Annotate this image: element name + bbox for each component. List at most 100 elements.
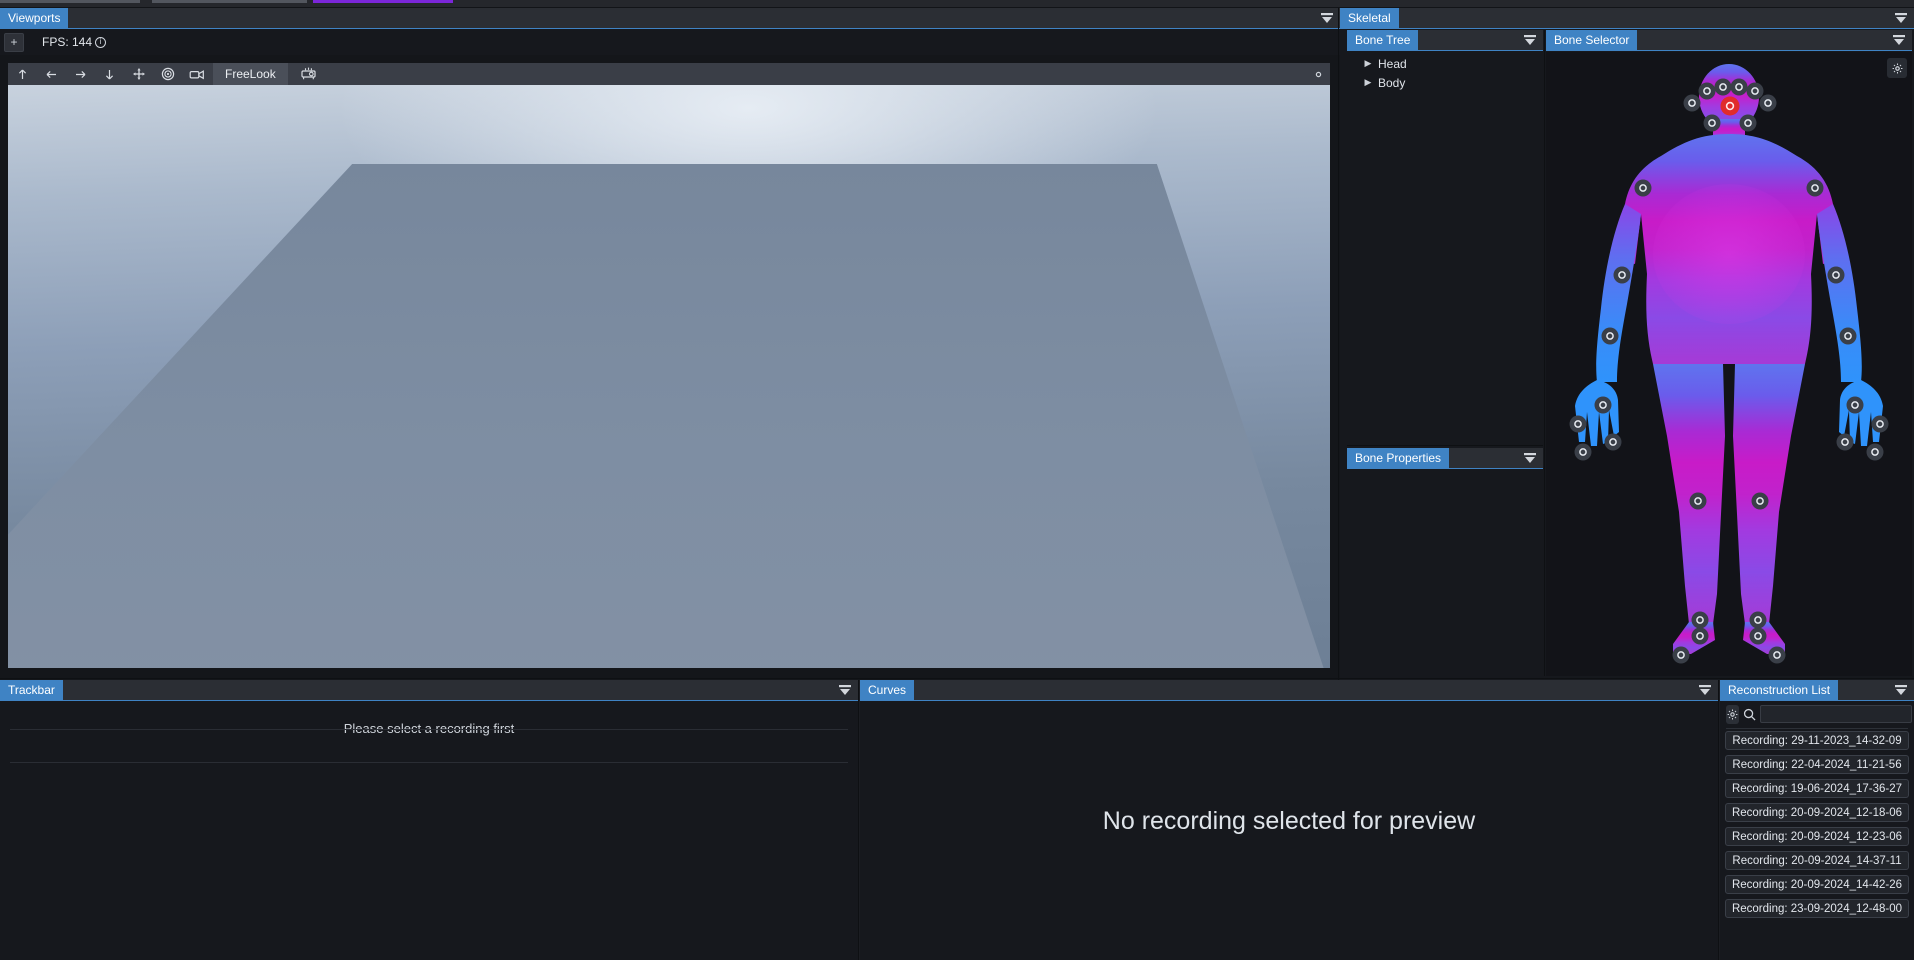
skeletal-header-filler — [1399, 8, 1888, 28]
trackbar-panel-header: Trackbar — [0, 680, 858, 701]
reconstruction-list-settings-gear-icon[interactable] — [1726, 704, 1739, 724]
dock-separator-horizontal — [0, 678, 1914, 679]
tab-sliver-1[interactable] — [0, 0, 140, 3]
projector-icon[interactable] — [294, 63, 323, 85]
tree-node-label: Head — [1378, 56, 1407, 71]
bone-tree-list: ▶ Head ▶ Body — [1347, 52, 1543, 442]
3d-scene[interactable] — [8, 85, 1330, 668]
panel-menu-icon[interactable] — [832, 680, 858, 700]
reconstruction-list-divider — [1726, 728, 1908, 729]
list-item[interactable]: Recording: 20-09-2024_12-23-06 — [1725, 827, 1909, 846]
tree-node-label: Body — [1378, 75, 1406, 90]
viewports-subbar: + FPS: 144 i — [0, 29, 1340, 55]
viewport-canvas-area: FreeLook — [0, 55, 1340, 680]
viewport-settings-gear-icon[interactable] — [1309, 65, 1327, 83]
bone-properties-panel: Bone Properties — [1347, 448, 1543, 676]
skeletal-panel-header: Skeletal — [1340, 8, 1914, 29]
dock-separator-vertical — [1544, 30, 1545, 676]
reconstruction-list-header: Reconstruction List — [1720, 680, 1914, 701]
panel-menu-icon[interactable] — [1517, 30, 1543, 50]
viewport-toolbar: FreeLook — [8, 63, 1330, 85]
bone-selector-header: Bone Selector — [1546, 30, 1912, 51]
curves-header-filler — [914, 680, 1692, 700]
move-right-icon[interactable] — [66, 63, 95, 85]
tab-bone-properties[interactable]: Bone Properties — [1347, 448, 1450, 468]
move-up-icon[interactable] — [8, 63, 37, 85]
viewports-header-filler — [68, 8, 1314, 28]
tab-sliver-2[interactable] — [152, 0, 307, 3]
viewports-panel-header: Viewports — [0, 8, 1340, 29]
chevron-right-icon[interactable]: ▶ — [1361, 77, 1375, 88]
search-input[interactable] — [1760, 705, 1912, 723]
curves-body: No recording selected for preview — [860, 701, 1718, 960]
trackbar-panel: Trackbar Please select a recording first — [0, 680, 858, 960]
panel-menu-icon[interactable] — [1886, 30, 1912, 50]
search-icon — [1743, 708, 1756, 721]
pan-icon[interactable] — [124, 63, 153, 85]
bone-selector-header-filler — [1637, 30, 1886, 50]
tab-bone-tree[interactable]: Bone Tree — [1347, 30, 1419, 50]
fps-indicator: FPS: 144 i — [42, 35, 107, 49]
body-figure-container[interactable] — [1546, 52, 1912, 676]
top-docked-tab-strip — [0, 0, 1914, 8]
move-left-icon[interactable] — [37, 63, 66, 85]
trackbar-body: Please select a recording first — [0, 701, 858, 960]
list-item[interactable]: Recording: 20-09-2024_14-37-11 — [1725, 851, 1909, 870]
bone-tree-header: Bone Tree — [1347, 30, 1543, 51]
tab-skeletal[interactable]: Skeletal — [1340, 8, 1399, 28]
panel-menu-icon[interactable] — [1888, 8, 1914, 28]
trackbar-divider-bottom — [10, 762, 848, 763]
panel-menu-icon[interactable] — [1517, 448, 1543, 468]
list-item[interactable]: Recording: 19-06-2024_17-36-27 — [1725, 779, 1909, 798]
tab-curves[interactable]: Curves — [860, 680, 915, 700]
reconstruction-list-items[interactable]: Recording: 29-11-2023_14-32-09 Recording… — [1720, 730, 1914, 960]
curves-panel: Curves No recording selected for preview — [860, 680, 1718, 960]
curves-empty-message: No recording selected for preview — [1102, 807, 1476, 835]
tab-reconstruction-list[interactable]: Reconstruction List — [1720, 680, 1839, 700]
camera-mode-label[interactable]: FreeLook — [213, 63, 288, 85]
list-item[interactable]: Recording: 20-09-2024_14-42-26 — [1725, 875, 1909, 894]
trackbar-header-filler — [63, 680, 832, 700]
bone-properties-body — [1347, 469, 1543, 676]
panel-menu-icon[interactable] — [1692, 680, 1718, 700]
list-item[interactable]: Recording: 29-11-2023_14-32-09 — [1725, 731, 1909, 750]
move-down-icon[interactable] — [95, 63, 124, 85]
camera-icon[interactable] — [182, 63, 211, 85]
body-figure[interactable] — [1561, 64, 1897, 664]
reconstruction-list-panel: Reconstruction List Recording: 29-11-202… — [1720, 680, 1914, 960]
list-item[interactable]: Recording: 22-04-2024_11-21-56 — [1725, 755, 1909, 774]
panel-menu-icon[interactable] — [1314, 8, 1340, 28]
tab-bone-selector[interactable]: Bone Selector — [1546, 30, 1638, 50]
chevron-right-icon[interactable]: ▶ — [1361, 58, 1375, 69]
trackbar-divider-top — [10, 729, 848, 730]
bone-properties-header: Bone Properties — [1347, 448, 1543, 469]
curves-panel-header: Curves — [860, 680, 1718, 701]
list-item[interactable]: Recording: 23-09-2024_12-48-00 — [1725, 899, 1909, 918]
tab-trackbar[interactable]: Trackbar — [0, 680, 63, 700]
reconstruction-list-header-filler — [1838, 680, 1888, 700]
viewports-panel: Viewports + FPS: 144 i FreeLook — [0, 8, 1340, 680]
bone-selector-panel: Bone Selector — [1546, 30, 1912, 676]
dock-separator-horizontal — [1347, 445, 1543, 446]
bone-tree-header-filler — [1418, 30, 1517, 50]
dock-separator-vertical — [1718, 680, 1719, 960]
reconstruction-list-toolbar — [1720, 702, 1914, 726]
info-icon[interactable]: i — [95, 36, 107, 48]
tree-node-body[interactable]: ▶ Body — [1347, 73, 1543, 92]
list-item[interactable]: Recording: 20-09-2024_12-18-06 — [1725, 803, 1909, 822]
add-viewport-button[interactable]: + — [4, 32, 24, 52]
dock-separator-vertical — [1338, 8, 1339, 680]
ground-plane — [8, 163, 1324, 668]
fps-text: FPS: 144 — [42, 35, 93, 49]
bone-marker-selected — [1720, 96, 1740, 116]
panel-menu-icon[interactable] — [1888, 680, 1914, 700]
dock-separator-vertical — [858, 680, 859, 960]
bone-tree-panel: Bone Tree ▶ Head ▶ Body — [1347, 30, 1543, 442]
tree-node-head[interactable]: ▶ Head — [1347, 54, 1543, 73]
target-icon[interactable] — [153, 63, 182, 85]
bone-properties-header-filler — [1449, 448, 1517, 468]
viewport-render-surface[interactable]: FreeLook — [8, 63, 1330, 668]
tab-sliver-accent[interactable] — [313, 0, 453, 3]
bone-selector-body — [1546, 52, 1912, 676]
tab-viewports[interactable]: Viewports — [0, 8, 69, 28]
